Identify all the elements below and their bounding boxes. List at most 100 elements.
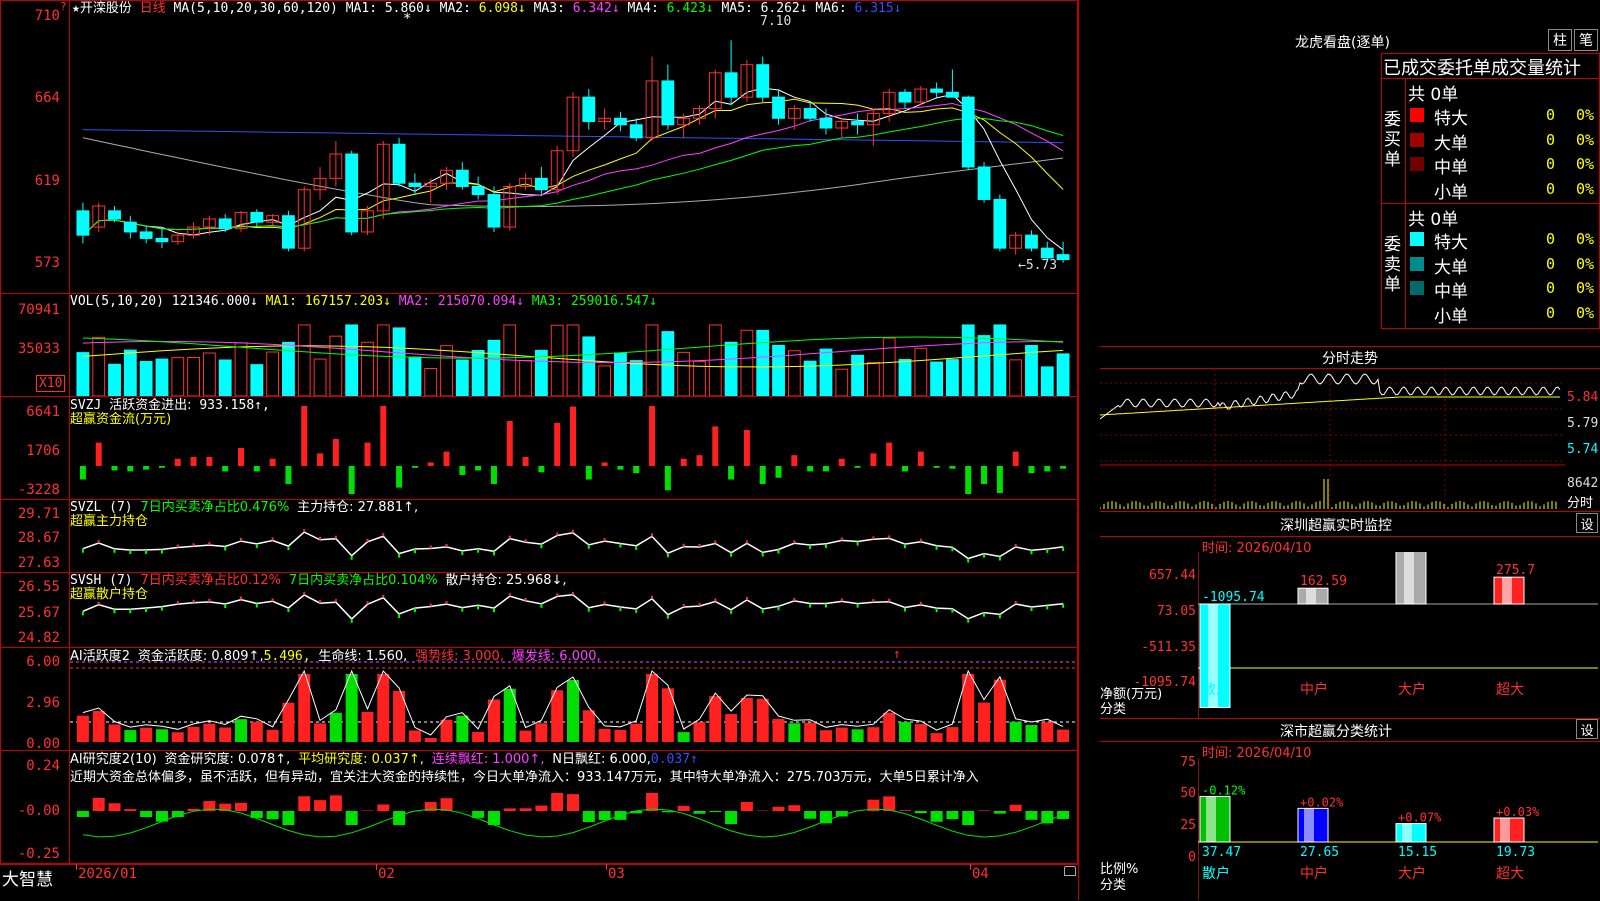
intraday-title: 分时走势 <box>1322 348 1378 368</box>
ai-act-bar <box>267 730 279 742</box>
candle-body <box>1026 235 1038 248</box>
ai-res-bar <box>124 809 136 811</box>
kline-ylabel-1: 710 <box>0 8 60 24</box>
low-price-value: ←5.73 <box>1018 258 1057 273</box>
ai-act-bar <box>693 722 705 742</box>
svzj-bar <box>602 462 608 466</box>
volume-bar <box>836 369 848 396</box>
volume-bar <box>741 330 753 396</box>
candle-body <box>109 211 121 219</box>
trade-mode-button[interactable]: 笔 <box>1574 29 1598 51</box>
date-axis-4: 04 <box>972 866 989 882</box>
kline-chart[interactable] <box>70 16 1076 292</box>
volume-bar <box>156 359 168 396</box>
svzj-bar <box>681 459 687 466</box>
sz-class-chart[interactable]: -0.12%37.47散户+0.02%27.65中户+0.07%15.15大户+… <box>1198 758 1598 900</box>
ai-act-bar <box>1025 725 1037 742</box>
buy_rows-pct: 0% <box>1576 155 1594 173</box>
svzj-bar <box>823 466 829 471</box>
svzj-bar <box>349 466 355 494</box>
intraday-ylabel-3: 5.74 <box>1567 442 1598 457</box>
ai-act-bar <box>330 713 342 742</box>
ai-act-bar <box>188 727 200 742</box>
svzj-bar <box>254 466 260 471</box>
szc-ylabel-3: 25 <box>1150 818 1196 833</box>
ai-act-bar <box>630 724 642 742</box>
legend-swatch <box>1410 133 1424 147</box>
buy_rows-label: 特大 <box>1434 104 1468 129</box>
ai-act-bar <box>931 733 943 742</box>
ai-act-ylabel-1: 6.00 <box>0 654 60 670</box>
buy_rows-label: 大单 <box>1434 129 1468 154</box>
svzj-bar <box>206 457 212 466</box>
period-label[interactable]: 日线 <box>140 1 166 16</box>
buy_rows-count: 0 <box>1546 155 1555 173</box>
volume-bar <box>235 343 247 396</box>
volume-bar <box>899 360 911 396</box>
buy_rows-row: 大单00% <box>1408 129 1598 151</box>
svsh-chart[interactable] <box>70 573 1076 647</box>
ai-res-text5: 0.037↑ <box>651 752 698 767</box>
candle-body <box>283 216 295 248</box>
volume-bar <box>203 353 215 396</box>
axis-question-icon[interactable]: ? <box>60 0 67 13</box>
ai-res-bar <box>77 811 89 817</box>
svzj-chart[interactable] <box>70 398 1076 499</box>
favorite-star-icon[interactable]: ★ <box>72 1 80 16</box>
lock-icon[interactable] <box>1064 866 1076 876</box>
legend-swatch <box>1410 257 1424 271</box>
ai-res-text3: 连续飘红: 1.000↑, <box>432 752 545 767</box>
ai-act-bar <box>520 731 532 742</box>
ai-act-bar <box>535 723 547 742</box>
volume-bar <box>788 351 800 396</box>
sz-class-settings-button[interactable]: 设 <box>1576 719 1598 739</box>
sz-ylabel-2: 73.05 <box>1110 604 1196 619</box>
candle-body <box>978 167 990 199</box>
ai-activity-chart[interactable] <box>70 660 1076 750</box>
ai-research-chart[interactable] <box>70 785 1076 863</box>
sz-monitor-chart[interactable]: -1095.74散户162.59中户657.44大户275.7超大 <box>1198 552 1598 718</box>
sz-class-top-divider <box>1100 718 1600 719</box>
ai-res-bar <box>773 807 785 811</box>
date-axis-3: 03 <box>608 866 625 882</box>
svzj-bar <box>1028 466 1034 473</box>
volume-bar <box>330 336 342 396</box>
szc-ylabel-1: 75 <box>1150 755 1196 770</box>
intraday-vol-label: 8642 <box>1567 476 1598 491</box>
bar-mode-button[interactable]: 柱 <box>1548 29 1572 51</box>
legend-swatch <box>1410 108 1424 122</box>
svzj-bar <box>459 466 465 475</box>
volume-chart[interactable] <box>70 308 1076 396</box>
svzl-chart[interactable] <box>70 500 1076 572</box>
ai-res-bar <box>504 808 516 811</box>
volume-bar <box>962 325 974 396</box>
svzj-ylabel-1: 6641 <box>0 404 60 420</box>
legend-swatch <box>1410 281 1424 295</box>
volume-bar <box>188 358 200 396</box>
ai-act-bar <box>773 719 785 742</box>
volume-bar <box>520 361 532 396</box>
candle-body <box>156 238 168 241</box>
sz-monitor-settings-button[interactable]: 设 <box>1576 513 1598 533</box>
ai-res-bar <box>314 800 326 811</box>
brand-logo[interactable]: 大智慧 <box>2 865 53 890</box>
ai-act-bar <box>709 696 721 742</box>
intraday-ylabel-2: 5.79 <box>1567 416 1598 431</box>
candle-body <box>488 195 500 227</box>
sz-ylabel-3: -511.35 <box>1110 640 1196 655</box>
candle-body <box>1057 255 1069 260</box>
sell_rows-row: 特大00% <box>1408 228 1598 250</box>
candle-body <box>820 118 832 128</box>
sell-total: 共 0单 <box>1408 205 1458 230</box>
date-tick-4 <box>970 864 971 870</box>
svzj-bar <box>870 453 876 466</box>
ai-res-bar <box>298 796 310 811</box>
ma1-label: MA1: <box>346 1 377 16</box>
ai-act-bar <box>314 723 326 742</box>
longhu-divider-1 <box>1381 78 1600 79</box>
ai-res-bar <box>235 803 247 811</box>
ai-res-text1: 资金研究度: 0.078↑, <box>165 752 291 767</box>
sell_rows-label: 特大 <box>1434 228 1468 253</box>
intraday-chart[interactable] <box>1100 369 1565 511</box>
ai-act-bar <box>583 710 595 742</box>
